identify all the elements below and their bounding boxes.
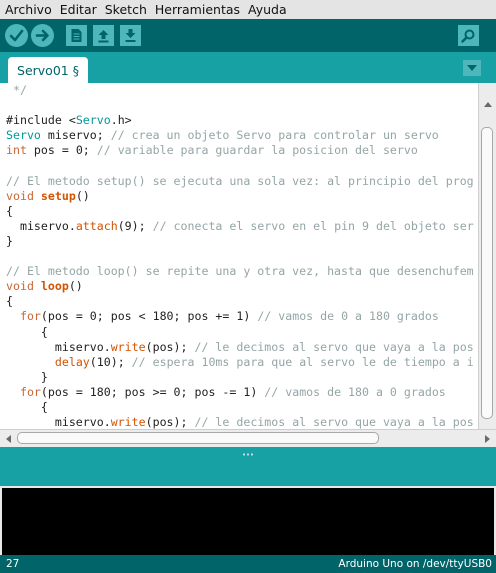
code-line: // El metodo loop() se repite una y otra… xyxy=(6,264,474,279)
vertical-scrollbar[interactable] xyxy=(478,83,496,429)
checkmark-icon xyxy=(9,29,24,42)
menu-herramientas[interactable]: Herramientas xyxy=(151,0,244,19)
code-line: void setup() xyxy=(6,188,90,203)
code-line: for(pos = 180; pos >= 0; pos -= 1) // va… xyxy=(19,384,446,399)
triangle-down-icon xyxy=(467,65,477,71)
menu-archivo[interactable]: Archivo xyxy=(0,0,56,19)
scroll-right-button[interactable] xyxy=(480,431,494,447)
code-line: // El metodo setup() se ejecuta una sola… xyxy=(6,173,474,188)
code-editor[interactable]: */ #include <Servo.h> Servo miservo; // cr… xyxy=(0,83,478,429)
code-line: } xyxy=(6,369,48,384)
code-line: { xyxy=(6,399,48,414)
scroll-left-button[interactable] xyxy=(1,431,15,447)
new-button[interactable] xyxy=(66,25,87,46)
code-line: */ xyxy=(6,83,27,97)
magnifier-icon xyxy=(461,29,475,43)
chevron-up-icon xyxy=(483,101,492,107)
code-line: int pos = 0; // variable para guardar la… xyxy=(6,143,418,158)
chevron-left-icon xyxy=(5,435,11,443)
code-line: void loop() xyxy=(6,279,83,294)
menu-bar: Archivo Editar Sketch Herramientas Ayuda xyxy=(0,0,496,19)
toolbar xyxy=(0,19,496,52)
scroll-up-button[interactable] xyxy=(479,97,496,111)
code-line: Servo miservo; // crea un objeto Servo p… xyxy=(6,128,439,143)
code-line: { xyxy=(6,324,48,339)
serial-monitor-button[interactable] xyxy=(458,25,479,46)
console-output xyxy=(0,486,496,555)
code-line: { xyxy=(6,294,13,309)
horizontal-scrollbar[interactable] xyxy=(0,429,496,447)
status-bar: 27 Arduino Uno on /dev/ttyUSB0 xyxy=(0,555,496,573)
save-button[interactable] xyxy=(120,25,141,46)
menu-sketch[interactable]: Sketch xyxy=(101,0,151,19)
line-number: 27 xyxy=(6,558,20,570)
open-button[interactable] xyxy=(93,25,114,46)
verify-button[interactable] xyxy=(5,24,28,47)
tab-servo01[interactable]: Servo01 § xyxy=(8,57,88,83)
menu-editar[interactable]: Editar xyxy=(56,0,101,19)
upload-button[interactable] xyxy=(31,24,54,47)
code-line: miservo.write(pos); // le decimos al ser… xyxy=(6,339,474,354)
pane-divider[interactable] xyxy=(0,447,496,486)
code-line: #include <Servo.h> xyxy=(6,113,132,128)
arrow-down-icon xyxy=(125,29,136,42)
board-port-label: Arduino Uno on /dev/ttyUSB0 xyxy=(338,558,492,570)
arrow-up-icon xyxy=(98,30,109,43)
document-icon xyxy=(71,29,82,42)
code-line: miservo.attach(9); // conecta el servo e… xyxy=(6,218,474,233)
vertical-scroll-thumb[interactable] xyxy=(481,127,493,419)
code-line: miservo.write(pos); // le decimos al ser… xyxy=(6,415,474,429)
code-line: for(pos = 0; pos < 180; pos += 1) // vam… xyxy=(19,309,439,324)
tab-bar: Servo01 § xyxy=(0,52,496,83)
arrow-right-icon xyxy=(35,29,49,42)
code-area: */ #include <Servo.h> Servo miservo; // cr… xyxy=(6,83,474,429)
code-line: delay(10); // espera 10ms para que al se… xyxy=(54,354,474,369)
chevron-right-icon xyxy=(484,435,490,443)
code-line: { xyxy=(6,203,13,218)
tab-menu-button[interactable] xyxy=(463,60,481,76)
resize-grip-icon[interactable] xyxy=(242,453,254,456)
menu-ayuda[interactable]: Ayuda xyxy=(244,0,291,19)
code-line: } xyxy=(6,233,13,248)
horizontal-scroll-thumb[interactable] xyxy=(17,432,379,444)
